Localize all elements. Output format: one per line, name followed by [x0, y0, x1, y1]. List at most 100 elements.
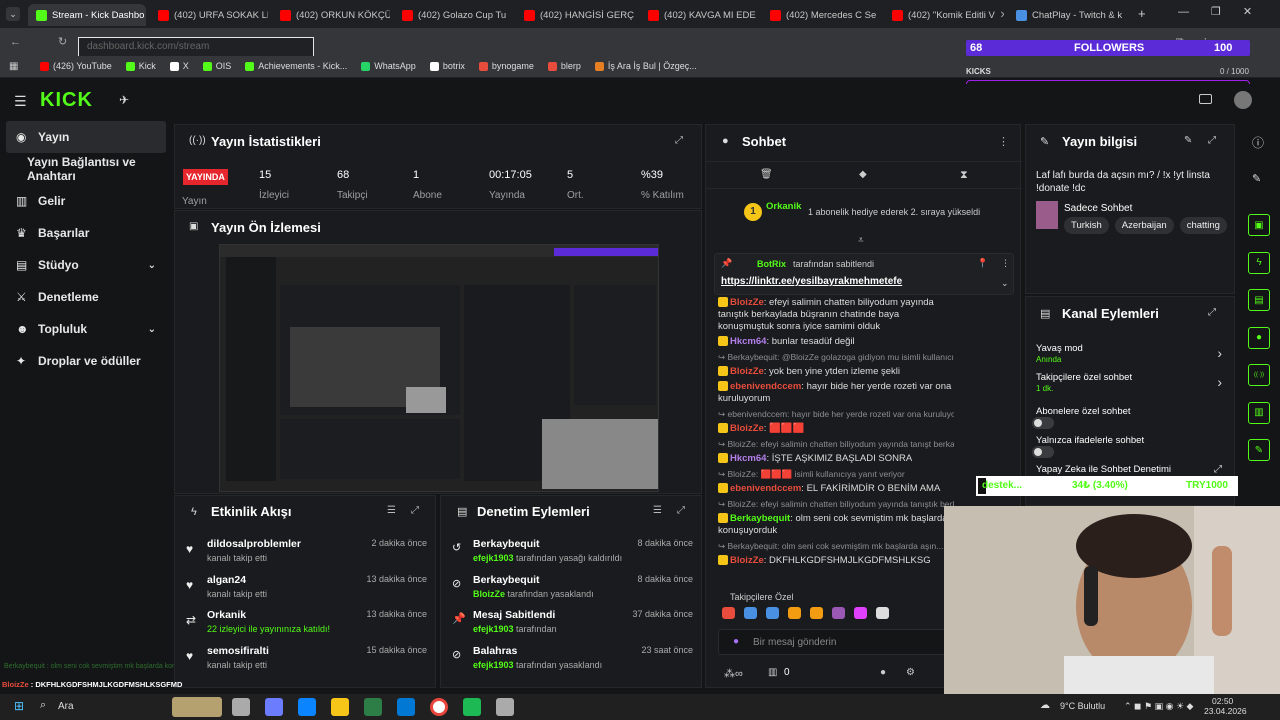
- spotify-icon[interactable]: [463, 698, 481, 716]
- chat-message[interactable]: ebenivendccem: hayır bide her yerde roze…: [718, 381, 954, 405]
- browser-tab[interactable]: (402) ORKUN KÖKÇÜ✕: [272, 4, 390, 26]
- chat-icon[interactable]: ●: [880, 667, 886, 678]
- bookmark-item[interactable]: blerp: [547, 61, 581, 71]
- task-view-icon[interactable]: [232, 698, 250, 716]
- moderator-user[interactable]: BloizZe: [473, 589, 505, 599]
- moderation-row[interactable]: ⊘ Balahras efejk1903 tarafından yasaklandı…: [441, 645, 703, 681]
- sidebar-item-gelir[interactable]: ▥ Gelir: [0, 185, 172, 217]
- toggle-switch[interactable]: [1032, 446, 1054, 458]
- moderator-user[interactable]: efejk1903: [473, 660, 514, 670]
- weather-text[interactable]: 9°C Bulutlu: [1060, 701, 1105, 711]
- chat-message[interactable]: Hkcm64: bunlar tesadüf değil: [718, 336, 954, 348]
- bookmark-item[interactable]: Kick: [125, 61, 156, 71]
- new-tab-button[interactable]: +: [1138, 6, 1146, 21]
- category-name[interactable]: Sadece Sohbet: [1064, 203, 1132, 214]
- trash-icon[interactable]: 🗑: [760, 169, 773, 180]
- emote-icon[interactable]: [810, 607, 823, 619]
- chat-message[interactable]: BloizZe: efeyi salimin chatten biliyodum…: [718, 297, 954, 333]
- external-link-icon[interactable]: ⤢: [1214, 464, 1222, 475]
- chat-icon[interactable]: ●: [1248, 326, 1270, 349]
- chat-reply-context[interactable]: ↪ Berkaybequit: @BloizZe golazoga gidiyo…: [718, 351, 954, 363]
- moderation-row[interactable]: ⊘ Berkaybequit BloizZe tarafından yasaklan…: [441, 574, 703, 610]
- chat-reply-context[interactable]: ↪ ebenivendccem: hayır bide her yerde ro…: [718, 408, 954, 420]
- close-tab-icon[interactable]: ✕: [511, 10, 512, 21]
- popout-icon[interactable]: ⤢: [411, 505, 419, 516]
- popout-icon[interactable]: ⤢: [677, 505, 685, 516]
- reload-icon[interactable]: ↻: [58, 35, 67, 48]
- edge-icon[interactable]: [298, 698, 316, 716]
- emote-icon[interactable]: [788, 607, 801, 619]
- activity-row[interactable]: ♥ algan24 kanalı takip etti 13 dakika önce: [175, 574, 437, 610]
- unpin-icon[interactable]: 📍: [977, 258, 988, 269]
- tab-list-icon[interactable]: ⌄: [6, 7, 20, 21]
- stream-preview-image[interactable]: [219, 244, 659, 492]
- mic-icon[interactable]: ●: [733, 636, 739, 647]
- copilot-icon[interactable]: [265, 698, 283, 716]
- sidebar-item-basarilar[interactable]: ♛ Başarılar: [0, 217, 172, 249]
- gift-box-icon[interactable]: ▥: [768, 667, 777, 678]
- filter-icon[interactable]: ☰: [387, 505, 396, 516]
- info-icon[interactable]: ⓘ: [1252, 134, 1264, 151]
- gift-user[interactable]: Orkanik: [766, 201, 801, 212]
- store-icon[interactable]: [364, 698, 382, 716]
- edit-icon[interactable]: ✎: [1184, 135, 1192, 146]
- chat-username[interactable]: BloizZe: [730, 366, 764, 377]
- stream-tag[interactable]: Turkish: [1064, 217, 1109, 234]
- chatgpt-icon[interactable]: [496, 698, 514, 716]
- channel-action-item[interactable]: Takipçilere özel sohbet 1 dk. ›: [1036, 372, 1226, 398]
- activity-user[interactable]: dildosalproblemler: [207, 538, 301, 550]
- chat-username[interactable]: ebenivendccem: [730, 381, 801, 392]
- chat-username[interactable]: BloizZe: [730, 555, 764, 566]
- chat-message[interactable]: Hkcm64: İŞTE AŞKIMIZ BAŞLADI SONRA: [718, 453, 954, 465]
- sidebar-item-stream-key[interactable]: Yayın Bağlantısı ve Anahtarı: [0, 153, 172, 185]
- chevron-right-icon[interactable]: ›: [1217, 374, 1222, 390]
- chevron-down-icon[interactable]: ⌄: [1001, 278, 1009, 289]
- moderation-target[interactable]: Berkaybequit: [473, 574, 594, 586]
- activity-user[interactable]: algan24: [207, 574, 267, 586]
- activity-row[interactable]: ⇄ Orkanik 22 izleyici ile yayınınıza katıl…: [175, 609, 437, 645]
- stream-tag[interactable]: Azerbaijan: [1114, 217, 1174, 234]
- bookmark-item[interactable]: İş Ara İş Bul | Özgeç...: [594, 61, 697, 71]
- moderator-user[interactable]: efejk1903: [473, 624, 514, 634]
- browser-tab[interactable]: (402) URFA SOKAK LE✕: [150, 4, 268, 26]
- chat-message[interactable]: BloizZe: 🟥🟥🟥: [718, 423, 954, 435]
- emote-icon[interactable]: [722, 607, 735, 619]
- infinity-icon[interactable]: ⁂∞: [724, 667, 743, 680]
- search-icon[interactable]: ⌕: [40, 699, 46, 712]
- back-icon[interactable]: ←: [10, 36, 21, 48]
- bookmark-item[interactable]: bynogame: [478, 61, 534, 71]
- close-window-icon[interactable]: ✕: [1243, 5, 1252, 18]
- moderator-user[interactable]: efejk1903: [473, 553, 514, 563]
- collapse-icon[interactable]: ⩡: [858, 235, 864, 246]
- outlook-icon[interactable]: [397, 698, 415, 716]
- clipboard-icon[interactable]: ▤: [1248, 289, 1270, 311]
- chrome-icon[interactable]: [430, 698, 448, 716]
- message-icon[interactable]: ◆: [859, 169, 867, 180]
- stream-tag[interactable]: chatting: [1179, 217, 1227, 234]
- layout-icon[interactable]: ▥: [1248, 401, 1270, 424]
- moderation-row[interactable]: 📌 Mesaj Sabitlendi efejk1903 tarafından 37 …: [441, 609, 703, 645]
- dashboard-icon[interactable]: [1199, 94, 1212, 104]
- activity-row[interactable]: ♥ semosifiralti kanalı takip etti 15 dakika…: [175, 645, 437, 681]
- chat-username[interactable]: BloizZe: [730, 297, 764, 308]
- chat-reply-context[interactable]: ↪ BloizZe: 🟥🟥🟥 isimli kullanıcıya yanıt …: [718, 468, 954, 480]
- signal-icon[interactable]: ((·)): [1248, 364, 1270, 386]
- browser-tab[interactable]: (402) Mercedes C Se✕: [762, 4, 880, 26]
- pin-icon[interactable]: ✈: [119, 93, 129, 107]
- emote-icon[interactable]: [876, 607, 889, 619]
- moderation-row[interactable]: ↺ Berkaybequit efejk1903 tarafından yasağı…: [441, 538, 703, 574]
- browser-tab[interactable]: (402) "Komik Editli V ✕: [884, 4, 1004, 26]
- emote-icon[interactable]: [766, 607, 779, 619]
- minimize-icon[interactable]: —: [1178, 6, 1189, 18]
- popout-icon[interactable]: ⤢: [1208, 135, 1216, 146]
- emote-icon[interactable]: [854, 607, 867, 619]
- activity-user[interactable]: Orkanik: [207, 609, 330, 621]
- browser-tab[interactable]: ChatPlay - Twitch & k ✕: [1008, 4, 1128, 26]
- popout-icon[interactable]: ⤢: [1208, 307, 1216, 318]
- more-icon[interactable]: ⋮: [998, 135, 1009, 148]
- settings-icon[interactable]: ⚙: [906, 667, 915, 678]
- bookmark-item[interactable]: Achievements - Kick...: [245, 61, 347, 71]
- bookmark-item[interactable]: WhatsApp: [361, 61, 416, 71]
- channel-action-item[interactable]: Yalnızca ifadelerle sohbet: [1032, 435, 1226, 461]
- more-icon[interactable]: ⋮: [1001, 258, 1010, 269]
